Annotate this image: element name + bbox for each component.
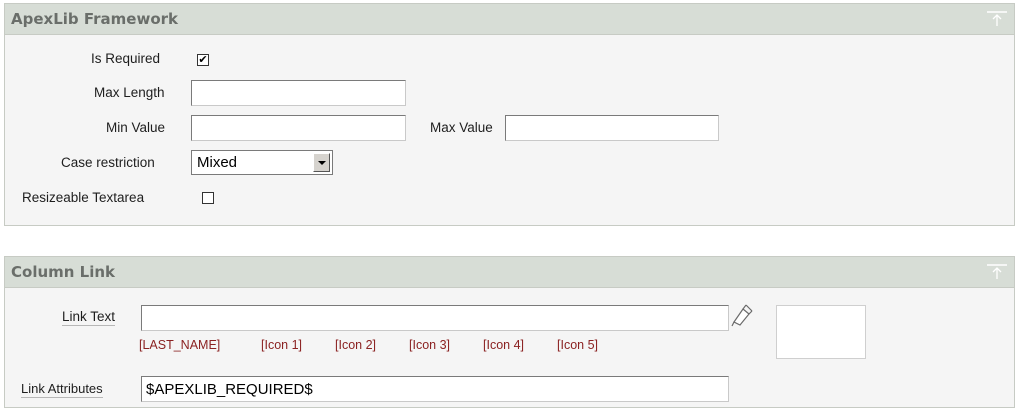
max-length-label: Max Length bbox=[94, 85, 165, 100]
link-attributes-label[interactable]: Link Attributes bbox=[21, 381, 103, 398]
substitution-link-icon-4[interactable]: [Icon 4] bbox=[483, 338, 524, 352]
substitution-link-last-name[interactable]: [LAST_NAME] bbox=[139, 338, 220, 352]
link-attributes-field[interactable] bbox=[141, 376, 729, 402]
chevron-down-icon[interactable] bbox=[313, 153, 330, 172]
max-length-field[interactable] bbox=[191, 80, 406, 106]
region-title: ApexLib Framework bbox=[11, 10, 178, 28]
arrow-up-to-top-icon[interactable] bbox=[986, 10, 1008, 28]
arrow-up-to-top-icon[interactable] bbox=[986, 263, 1008, 281]
substitution-link-icon-2[interactable]: [Icon 2] bbox=[335, 338, 376, 352]
case-restriction-select[interactable]: Mixed bbox=[191, 150, 333, 175]
resizeable-textarea-label: Resizeable Textarea bbox=[22, 190, 145, 205]
resizeable-textarea-checkbox[interactable] bbox=[202, 192, 214, 204]
region-title: Column Link bbox=[11, 263, 116, 281]
pencil-icon[interactable] bbox=[731, 303, 753, 327]
region-header: ApexLib Framework bbox=[5, 4, 1014, 35]
link-text-field[interactable] bbox=[141, 305, 729, 331]
min-value-field[interactable] bbox=[191, 115, 406, 141]
case-restriction-label: Case restriction bbox=[61, 155, 155, 170]
is-required-label: Is Required bbox=[91, 51, 161, 66]
region-header: Column Link bbox=[5, 257, 1014, 288]
is-required-checkbox[interactable]: ✔ bbox=[197, 54, 209, 66]
min-value-label: Min Value bbox=[106, 120, 166, 135]
max-value-label: Max Value bbox=[430, 120, 493, 135]
substitution-link-icon-3[interactable]: [Icon 3] bbox=[409, 338, 450, 352]
max-value-field[interactable] bbox=[505, 115, 719, 141]
link-icon-preview bbox=[776, 305, 866, 359]
substitution-link-icon-5[interactable]: [Icon 5] bbox=[557, 338, 598, 352]
case-restriction-value: Mixed bbox=[197, 154, 238, 171]
substitution-link-icon-1[interactable]: [Icon 1] bbox=[261, 338, 302, 352]
link-text-label[interactable]: Link Text bbox=[62, 309, 116, 326]
